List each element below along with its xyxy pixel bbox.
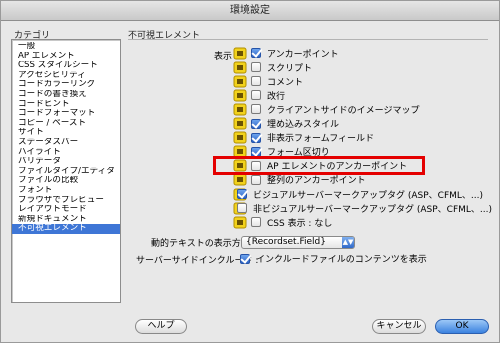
help-button[interactable]: ヘルプ (135, 319, 187, 334)
dynamic-text-label: 動的テキストの表示方法 : (151, 239, 256, 249)
category-item[interactable]: コードヒント (12, 100, 120, 110)
category-item[interactable]: 一般 (12, 42, 120, 52)
option-checkbox[interactable] (251, 217, 261, 228)
category-list[interactable]: 一般 AP エレメント CSS スタイルシート アクセシビリティ コードカラーリング コー… (11, 39, 121, 303)
pane-divider (128, 39, 488, 40)
category-item[interactable]: ブラウザでプレビュー (12, 196, 120, 206)
dynamic-text-value: {Recordset.Field} (246, 237, 326, 247)
option-checkbox[interactable] (251, 48, 261, 58)
align-anchor-icon (233, 173, 247, 186)
option-checkbox[interactable] (251, 62, 261, 73)
option-checkbox[interactable] (251, 174, 261, 185)
option-checkbox[interactable] (251, 104, 261, 115)
option-checkbox[interactable] (251, 76, 261, 87)
select-arrows-icon: ▲▼ (342, 237, 354, 248)
image-map-icon (233, 103, 247, 116)
category-item[interactable]: コードの書き換え (12, 90, 120, 100)
option-label: アンカーポイント (267, 49, 339, 60)
hidden-field-icon (233, 131, 247, 144)
anchor-icon (233, 47, 247, 60)
window-title: 環境設定 (230, 5, 270, 16)
category-item[interactable]: ハイライト (12, 148, 120, 158)
script-icon (233, 61, 247, 74)
option-row[interactable]: アンカーポイント (233, 46, 483, 60)
category-item[interactable]: フォント (12, 186, 120, 196)
category-item[interactable]: CSS スタイルシート (12, 61, 120, 71)
option-label: CSS 表示 : なし (267, 218, 333, 229)
category-item[interactable]: ファイルの比較 (12, 176, 120, 186)
ssi-checkbox[interactable] (240, 253, 250, 264)
option-row[interactable]: クライアントサイドのイメージマップ (233, 102, 483, 116)
option-label: 非ビジュアルサーバーマークアップタグ (ASP、CFML、...) (253, 204, 493, 215)
option-label: 整列のアンカーポイント (267, 176, 366, 187)
preferences-window: 環境設定 カテゴリ 一般 AP エレメント CSS スタイルシート アクセシビリティコ… (0, 0, 500, 343)
category-item[interactable]: ステータスバー (12, 138, 120, 148)
category-item[interactable]: コードカラーリング (12, 80, 120, 90)
category-item[interactable]: AP エレメント (12, 52, 120, 62)
category-item[interactable]: バリデータ (12, 157, 120, 167)
option-label: 非表示フォームフィールド (267, 134, 375, 145)
option-checkbox[interactable] (237, 203, 247, 214)
option-label: 改行 (267, 91, 286, 102)
category-item[interactable]: 不可視エレメント (12, 224, 120, 234)
option-row[interactable]: 埋め込みスタイル (233, 117, 483, 131)
cancel-button[interactable]: キャンセル (372, 319, 426, 334)
title-bar: 環境設定 (1, 1, 499, 21)
option-label: コメント (267, 77, 304, 88)
option-row[interactable]: ビジュアルサーバーマークアップタグ (ASP、CFML、...) (233, 187, 483, 201)
category-item[interactable]: 新規ドキュメント (12, 215, 120, 225)
category-item[interactable]: ファイルタイプ/エディタ (12, 167, 120, 177)
category-item[interactable]: コピー / ペースト (12, 119, 120, 129)
category-item[interactable]: サイト (12, 128, 120, 138)
option-row[interactable]: CSS 表示 : なし (233, 215, 483, 229)
category-item[interactable]: レイアウトモード (12, 205, 120, 215)
embedded-style-icon (233, 117, 247, 130)
category-item[interactable]: アクセシビリティ (12, 71, 120, 81)
option-label: クライアントサイドのイメージマップ (267, 105, 420, 116)
ssi-option-label: インクルードファイルのコンテンツを表示 (256, 255, 427, 265)
line-break-icon (233, 89, 247, 102)
option-row[interactable]: コメント (233, 74, 483, 88)
option-row[interactable]: 非表示フォームフィールド (233, 131, 483, 145)
dynamic-text-select[interactable]: {Recordset.Field} ▲▼ (241, 236, 355, 249)
option-label: ビジュアルサーバーマークアップタグ (ASP、CFML、...) (253, 190, 484, 201)
option-label: スクリプト (267, 63, 313, 74)
ok-button[interactable]: OK (435, 319, 489, 334)
option-label: 埋め込みスタイル (267, 120, 340, 130)
css-display-none-icon (233, 216, 247, 229)
option-row[interactable]: 非ビジュアルサーバーマークアップタグ (ASP、CFML、...) (233, 201, 492, 215)
highlight-box (213, 156, 425, 175)
option-row[interactable]: 改行 (233, 88, 483, 102)
option-row[interactable]: スクリプト (233, 60, 483, 74)
option-checkbox[interactable] (251, 132, 261, 143)
option-checkbox[interactable] (237, 189, 247, 199)
comment-icon (233, 75, 247, 88)
category-item[interactable]: コードフォーマット (12, 109, 120, 119)
option-checkbox[interactable] (251, 118, 261, 129)
option-checkbox[interactable] (251, 90, 261, 101)
ssi-option[interactable]: インクルードファイルのコンテンツを表示 (240, 252, 427, 265)
